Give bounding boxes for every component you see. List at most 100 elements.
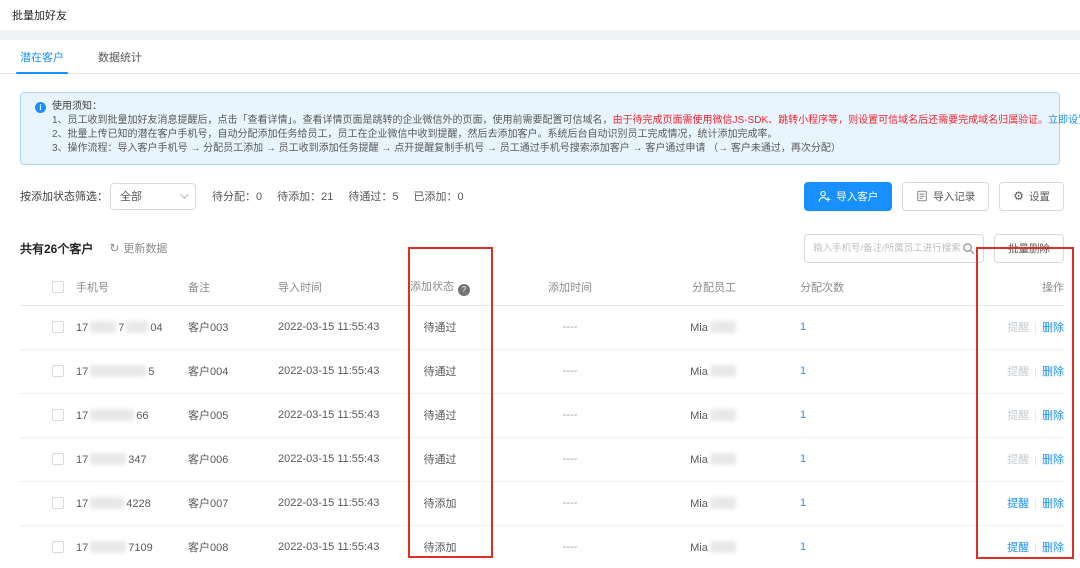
stat-added: 已添加：0 <box>413 191 464 203</box>
import-time-cell: 2022-03-15 11:55:43 <box>262 349 384 394</box>
assign-count-link[interactable]: 1 <box>800 409 806 421</box>
status-filter-select[interactable]: 全部 <box>110 182 196 210</box>
add-status-cell: 待添加 <box>384 525 496 568</box>
redacted-text <box>709 364 736 377</box>
redacted-text <box>90 408 135 421</box>
page-title: 批量加好友 <box>12 10 67 22</box>
add-time-cell: ---- <box>496 305 644 350</box>
row-checkbox[interactable] <box>52 365 64 378</box>
import-customers-label: 导入客户 <box>836 190 879 203</box>
remind-link[interactable]: 提醒 <box>1007 542 1029 554</box>
notice-line1-warning: 由于待完成页面需使用微信JS-SDK、跳转小程序等，则设置可信域名后还需要完成域… <box>612 115 1049 126</box>
note-cell: 客户004 <box>172 349 262 394</box>
remind-link[interactable]: 提醒 <box>1007 366 1029 378</box>
settings-label: 设置 <box>1029 190 1050 203</box>
header-phone: 手机号 <box>76 269 172 306</box>
assign-count-link[interactable]: 1 <box>800 453 806 465</box>
import-records-button[interactable]: 导入记录 <box>902 181 990 211</box>
delete-link[interactable]: 删除 <box>1042 410 1064 422</box>
row-checkbox[interactable] <box>52 409 64 422</box>
add-time-cell: ---- <box>496 349 644 394</box>
op-divider: | <box>1034 498 1037 510</box>
op-divider: | <box>1034 454 1037 466</box>
header-add-time: 添加时间 <box>496 269 644 306</box>
redacted-text <box>90 320 117 333</box>
add-time-cell: ---- <box>496 525 644 568</box>
add-status-cell: 待通过 <box>384 349 496 394</box>
refresh-icon: ↻ <box>109 241 120 255</box>
help-icon[interactable]: ? <box>458 283 470 296</box>
assigned-staff-cell: Mia <box>644 437 784 482</box>
note-cell: 客户007 <box>172 481 262 526</box>
assigned-staff-cell: Mia <box>644 393 784 438</box>
assign-count-cell: 1 <box>784 525 902 568</box>
import-records-label: 导入记录 <box>933 190 976 203</box>
note-cell: 客户006 <box>172 437 262 482</box>
notice-line-2: 2、批量上传已知的潜在客户手机号，自动分配添加任务给员工，员工在企业微信中收到提… <box>52 129 778 140</box>
phone-cell: 17 7 04 <box>76 305 172 350</box>
search-icon[interactable] <box>962 242 975 255</box>
status-filter-label: 按添加状态筛选： <box>20 191 108 203</box>
redacted-text <box>90 540 127 553</box>
select-all-checkbox[interactable] <box>52 280 64 293</box>
batch-delete-label: 批量删除 <box>1008 242 1050 255</box>
select-value: 全部 <box>120 191 142 203</box>
delete-link[interactable]: 删除 <box>1042 542 1064 554</box>
batch-delete-button[interactable]: 批量删除 <box>994 233 1064 263</box>
add-time-cell: ---- <box>496 437 644 482</box>
assign-count-cell: 1 <box>784 437 902 482</box>
tab-data-statistics[interactable]: 数据统计 <box>98 40 142 73</box>
assign-count-link[interactable]: 1 <box>800 321 806 333</box>
notice-title: 使用须知： <box>52 101 102 112</box>
main-panel: 潜在客户 数据统计 i 使用须知： 1、员工收到批量加好友消息提醒后，点击「查看… <box>0 40 1080 568</box>
stat-pending-pass: 待通过：5 <box>348 191 399 203</box>
table-row: 17 4228 客户007 2022-03-15 11:55:43 待添加 ---- Mia… <box>20 481 1064 526</box>
delete-link[interactable]: 删除 <box>1042 322 1064 334</box>
import-customers-button[interactable]: 导入客户 <box>804 181 893 211</box>
tab-potential-customers[interactable]: 潜在客户 <box>16 40 68 74</box>
redacted-text <box>90 452 127 465</box>
refresh-data-button[interactable]: ↻ 更新数据 <box>109 240 167 256</box>
redacted-text <box>709 540 736 553</box>
operations-cell: 提醒 | 删除 <box>902 481 1064 526</box>
note-cell: 客户003 <box>172 305 262 350</box>
row-checkbox[interactable] <box>52 453 64 466</box>
filter-row: 按添加状态筛选： 全部 待分配：0 待添加：21 待通过：5 已添加：0 导入客… <box>20 181 1064 211</box>
redacted-text <box>709 408 736 421</box>
delete-link[interactable]: 删除 <box>1042 498 1064 510</box>
remind-link[interactable]: 提醒 <box>1007 498 1029 510</box>
add-status-cell: 待添加 <box>384 481 496 526</box>
notice-line-1: 1、员工收到批量加好友消息提醒后，点击「查看详情」。查看详情页面是跳转的企业微信… <box>35 114 1080 128</box>
table-header-row: 手机号 备注 导入时间 添加状态? 添加时间 分配员工 分配次数 操作 <box>20 269 1064 306</box>
remind-link[interactable]: 提醒 <box>1007 410 1029 422</box>
assign-count-link[interactable]: 1 <box>800 497 806 509</box>
assign-count-link[interactable]: 1 <box>800 541 806 553</box>
tab-label: 数据统计 <box>98 51 142 64</box>
redacted-text <box>709 452 736 465</box>
settings-button[interactable]: ⚙ 设置 <box>999 181 1064 211</box>
assign-count-link[interactable]: 1 <box>800 365 806 377</box>
customer-total-text: 共有26个客户 <box>20 241 94 256</box>
row-checkbox[interactable] <box>52 321 64 334</box>
setup-now-link[interactable]: 立即设置 <box>1048 115 1080 126</box>
phone-cell: 17 7109 <box>76 525 172 568</box>
op-divider: | <box>1034 542 1037 554</box>
search-input[interactable] <box>813 242 962 254</box>
delete-link[interactable]: 删除 <box>1042 454 1064 466</box>
usage-notice-alert: i 使用须知： 1、员工收到批量加好友消息提醒后，点击「查看详情」。查看详情页面… <box>20 92 1080 165</box>
delete-link[interactable]: 删除 <box>1042 366 1064 378</box>
header-assigned-staff: 分配员工 <box>644 269 784 306</box>
assign-count-cell: 1 <box>784 481 902 526</box>
remind-link[interactable]: 提醒 <box>1007 322 1029 334</box>
assign-count-cell: 1 <box>784 305 902 350</box>
row-checkbox[interactable] <box>52 497 64 510</box>
row-checkbox[interactable] <box>52 541 64 554</box>
chevron-down-icon <box>180 190 189 199</box>
redacted-text <box>709 496 736 509</box>
note-cell: 客户008 <box>172 525 262 568</box>
op-divider: | <box>1034 366 1037 378</box>
remind-link[interactable]: 提醒 <box>1007 454 1029 466</box>
operations-cell: 提醒 | 删除 <box>902 437 1064 482</box>
table-row: 17 7109 客户008 2022-03-15 11:55:43 待添加 ---- Mia… <box>20 525 1064 568</box>
header-operations: 操作 <box>902 269 1064 306</box>
